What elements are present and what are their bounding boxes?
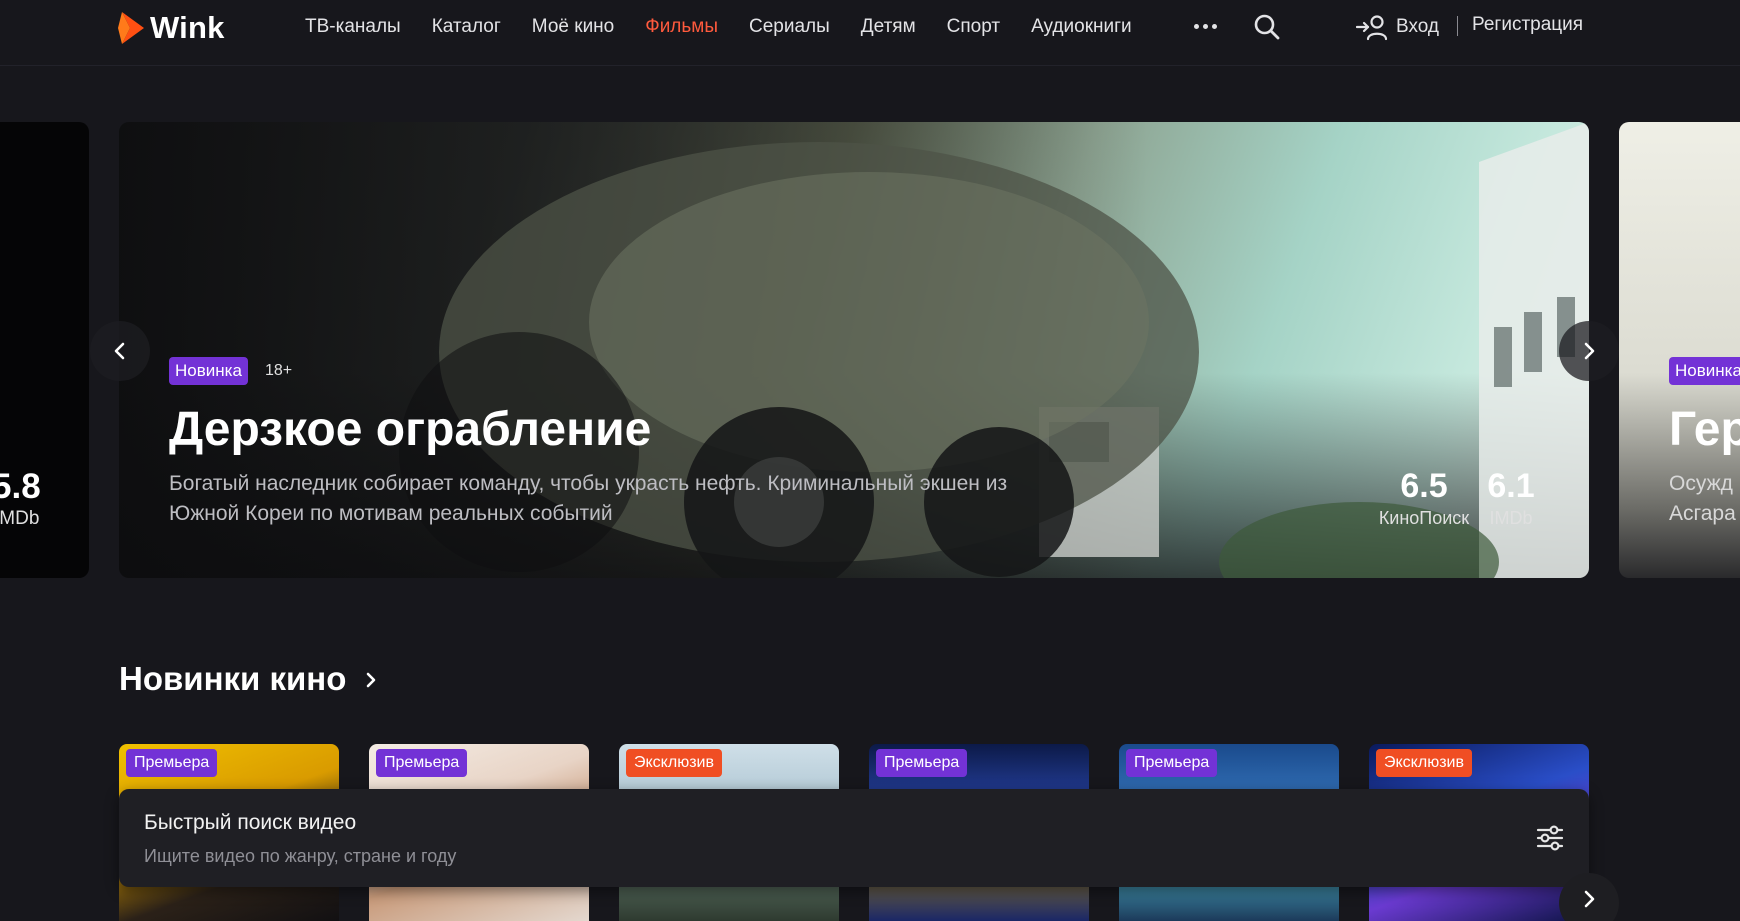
chevron-left-icon: [114, 342, 125, 360]
quick-search-title: Быстрый поиск видео: [144, 811, 357, 834]
more-icon[interactable]: [1192, 16, 1220, 36]
nav-sport[interactable]: Спорт: [947, 16, 1000, 38]
header-divider: [1457, 16, 1458, 36]
poster-badge-premiere: Премьера: [876, 749, 968, 777]
logo[interactable]: Wink: [118, 8, 225, 48]
quick-search-panel[interactable]: Быстрый поиск видео Ищите видео по жанру…: [119, 789, 1589, 887]
filter-icon[interactable]: [1535, 823, 1565, 853]
nav-movies[interactable]: Фильмы: [645, 16, 718, 38]
hero-badge-new: Новинка: [169, 357, 248, 385]
search-icon[interactable]: [1252, 12, 1282, 42]
poster-badge-exclusive: Эксклюзив: [626, 749, 722, 777]
poster-badge-premiere: Премьера: [376, 749, 468, 777]
page: Wink ТВ-каналы Каталог Моё кино Фильмы С…: [0, 0, 1740, 921]
next-description: Осужд Асгара: [1669, 469, 1736, 529]
next-badge-new: Новинка: [1669, 357, 1740, 385]
next-title: Гер: [1669, 403, 1740, 456]
posters-next-button[interactable]: [1559, 873, 1619, 921]
nav-catalog[interactable]: Каталог: [432, 16, 501, 38]
hero-next-card[interactable]: Новинка Гер Осужд Асгара: [1619, 122, 1740, 578]
hero-prev-button[interactable]: [90, 321, 150, 381]
nav-tv-channels[interactable]: ТВ-каналы: [305, 16, 401, 38]
wink-logo-icon: [118, 12, 144, 44]
nav-audiobooks[interactable]: Аудиокниги: [1031, 16, 1132, 38]
section-title-label: Новинки кино: [119, 660, 347, 697]
rating-imdb-value: 6.1: [1487, 467, 1535, 505]
rating-kinopoisk: 6.5 КиноПоиск: [1369, 467, 1479, 529]
poster-badge-premiere: Премьера: [1126, 749, 1218, 777]
hero-next-button[interactable]: [1559, 321, 1619, 381]
chevron-right-icon: [1584, 342, 1595, 360]
quick-search-subtitle: Ищите видео по жанру, стране и году: [144, 846, 457, 866]
nav-kids[interactable]: Детям: [861, 16, 916, 38]
main-nav: ТВ-каналы Каталог Моё кино Фильмы Сериал…: [305, 14, 1163, 40]
register-button[interactable]: Регистрация: [1472, 14, 1583, 36]
nav-series[interactable]: Сериалы: [749, 16, 830, 38]
prev-rating-source: IMDb: [0, 508, 40, 529]
rating-imdb: 6.1 IMDb: [1486, 467, 1536, 529]
login-button[interactable]: Вход: [1356, 12, 1439, 42]
poster-badge-exclusive: Эксклюзив: [1376, 749, 1472, 777]
nav-my-movies[interactable]: Моё кино: [532, 16, 614, 38]
prev-rating-value: 5.8: [0, 467, 41, 506]
login-label: Вход: [1396, 16, 1439, 37]
header: Wink ТВ-каналы Каталог Моё кино Фильмы С…: [0, 0, 1740, 66]
chevron-right-icon: [1584, 890, 1595, 908]
section-title[interactable]: Новинки кино: [119, 660, 380, 698]
hero-description-line-1: Богатый наследник собирает команду, чтоб…: [169, 472, 1008, 495]
hero-title: Дерзкое ограбление: [169, 403, 652, 456]
hero-description: Богатый наследник собирает команду, чтоб…: [169, 469, 1109, 529]
rating-imdb-source: IMDb: [1489, 508, 1533, 528]
hero-card[interactable]: Новинка 18+ Дерзкое ограбление Богатый н…: [119, 122, 1589, 578]
login-icon: [1356, 15, 1388, 41]
hero-age-rating: 18+: [265, 362, 293, 379]
hero-prev-card[interactable]: 5.8 IMDb: [0, 122, 89, 578]
next-description-line-1: Осужд: [1669, 472, 1733, 495]
rating-kinopoisk-source: КиноПоиск: [1378, 508, 1470, 528]
rating-kinopoisk-value: 6.5: [1400, 467, 1448, 505]
chevron-right-icon: [366, 672, 375, 688]
logo-text: Wink: [150, 10, 225, 45]
poster-badge-premiere: Премьера: [126, 749, 218, 777]
hero-description-line-2: Южной Кореи по мотивам реальных событий: [169, 502, 613, 525]
next-description-line-2: Асгара: [1669, 502, 1736, 525]
